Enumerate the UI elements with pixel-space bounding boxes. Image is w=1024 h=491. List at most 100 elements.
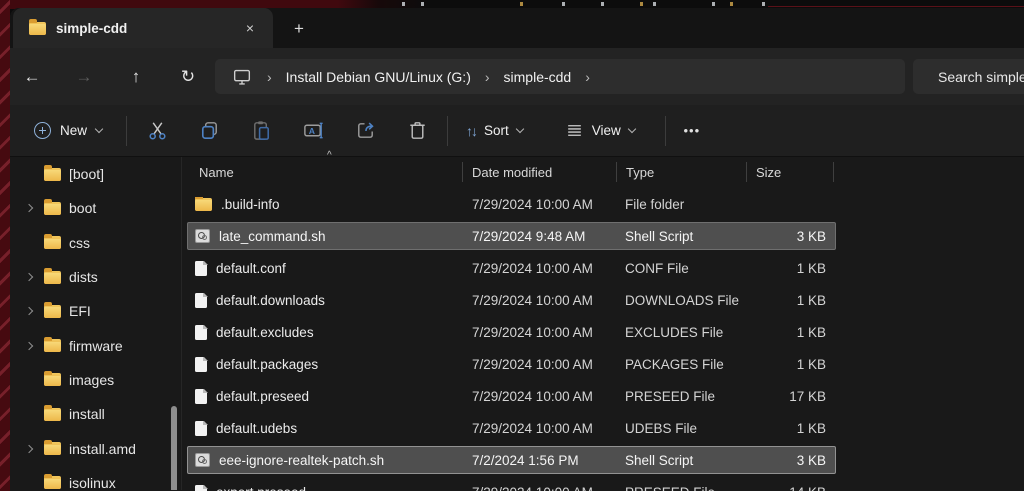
file-icon bbox=[195, 324, 208, 340]
navigation-pane: [boot] boot css dists EFI firmware image… bbox=[10, 157, 182, 490]
file-icon bbox=[195, 356, 208, 372]
expand-chevron-icon[interactable] bbox=[24, 341, 34, 350]
table-row[interactable]: default.conf 7/29/2024 10:00 AM CONF Fil… bbox=[187, 254, 836, 282]
table-row[interactable]: default.downloads 7/29/2024 10:00 AM DOW… bbox=[187, 286, 836, 314]
sidebar-scrollbar[interactable] bbox=[171, 406, 177, 490]
file-size: 3 KB bbox=[796, 452, 826, 468]
chevron-down-icon bbox=[515, 124, 525, 134]
column-header-size[interactable]: Size bbox=[746, 162, 834, 182]
table-row[interactable]: default.udebs 7/29/2024 10:00 AM UDEBS F… bbox=[187, 414, 836, 442]
file-type: EXCLUDES File bbox=[625, 324, 724, 340]
view-button[interactable]: View bbox=[555, 115, 645, 146]
file-name: expert.preseed bbox=[216, 485, 306, 491]
folder-icon bbox=[195, 196, 212, 211]
chevron-right-icon[interactable]: › bbox=[477, 69, 498, 85]
delete-button[interactable] bbox=[397, 112, 437, 150]
table-row[interactable]: default.excludes 7/29/2024 10:00 AM EXCL… bbox=[187, 318, 836, 346]
share-icon bbox=[357, 122, 374, 138]
tab-simple-cdd[interactable]: simple-cdd × bbox=[13, 8, 273, 48]
table-row[interactable]: expert.preseed 7/29/2024 10:00 AM PRESEE… bbox=[187, 478, 836, 491]
chevron-down-icon bbox=[94, 124, 104, 134]
sidebar-item-install[interactable]: install bbox=[10, 397, 181, 431]
column-header-type[interactable]: Type bbox=[616, 162, 746, 182]
expand-chevron-icon[interactable] bbox=[24, 307, 34, 316]
expand-chevron-icon[interactable] bbox=[24, 272, 34, 282]
sidebar-item-boot[interactable]: boot bbox=[10, 191, 181, 225]
tab-title: simple-cdd bbox=[56, 20, 128, 36]
sort-button-label: Sort bbox=[484, 123, 509, 138]
address-bar[interactable]: › Install Debian GNU/Linux (G:) › simple… bbox=[215, 59, 905, 94]
expand-chevron-icon[interactable] bbox=[24, 204, 34, 213]
search-input[interactable]: Search simple- bbox=[913, 59, 1024, 94]
copy-icon bbox=[201, 122, 217, 139]
breadcrumb-drive[interactable]: Install Debian GNU/Linux (G:) bbox=[286, 69, 471, 85]
trash-icon bbox=[409, 122, 425, 139]
sidebar-item-isolinux[interactable]: isolinux bbox=[10, 466, 181, 490]
sidebar-item-install-amd[interactable]: install.amd bbox=[10, 431, 181, 465]
file-name: default.packages bbox=[216, 356, 319, 372]
breadcrumb-folder[interactable]: simple-cdd bbox=[504, 69, 572, 85]
folder-icon bbox=[44, 473, 61, 490]
file-date-modified: 7/29/2024 10:00 AM bbox=[472, 260, 593, 276]
sidebar-item-css[interactable]: css bbox=[10, 226, 181, 260]
cut-button[interactable] bbox=[137, 112, 177, 150]
rename-button[interactable]: A bbox=[293, 112, 333, 150]
file-type: PRESEED File bbox=[625, 388, 716, 404]
new-button[interactable]: New bbox=[24, 116, 112, 145]
column-header-row: Name ^ Date modified Type Size bbox=[187, 150, 836, 187]
file-size: 14 KB bbox=[747, 485, 835, 491]
paste-button[interactable] bbox=[241, 112, 281, 150]
file-type: CONF File bbox=[625, 260, 689, 276]
file-size: 3 KB bbox=[796, 228, 826, 244]
back-button[interactable]: ← bbox=[15, 60, 49, 94]
command-toolbar: New A ↑↓ Sort View ••• bbox=[10, 105, 1024, 157]
sidebar-item-firmware[interactable]: firmware bbox=[10, 328, 181, 362]
forward-button[interactable]: → bbox=[67, 60, 101, 94]
sidebar-item--boot-[interactable]: [boot] bbox=[10, 157, 181, 191]
chevron-right-icon: › bbox=[267, 68, 272, 85]
table-row[interactable]: eee-ignore-realtek-patch.sh 7/2/2024 1:5… bbox=[187, 446, 836, 474]
toolbar-separator bbox=[664, 115, 666, 146]
copy-button[interactable] bbox=[189, 112, 229, 150]
navigation-bar: ← → ↑ ↻ › Install Debian GNU/Linux (G:) … bbox=[10, 48, 1024, 105]
folder-icon bbox=[29, 19, 46, 35]
file-explorer-window: simple-cdd × + ← → ↑ ↻ › Install Debian … bbox=[10, 8, 1024, 491]
column-header-name[interactable]: Name ^ bbox=[187, 150, 462, 182]
column-header-date-modified[interactable]: Date modified bbox=[462, 162, 616, 182]
sidebar-item-label: isolinux bbox=[69, 474, 116, 490]
sidebar-item-label: EFI bbox=[69, 303, 91, 320]
more-options-button[interactable]: ••• bbox=[672, 112, 712, 150]
table-row[interactable]: late_command.sh 7/29/2024 9:48 AM Shell … bbox=[187, 222, 836, 250]
expand-chevron-icon[interactable] bbox=[24, 444, 34, 453]
file-type: UDEBS File bbox=[625, 420, 698, 436]
file-icon bbox=[195, 484, 208, 491]
file-type: PACKAGES File bbox=[625, 356, 724, 372]
table-row[interactable]: default.packages 7/29/2024 10:00 AM PACK… bbox=[187, 350, 836, 378]
file-icon bbox=[195, 292, 208, 308]
up-button[interactable]: ↑ bbox=[119, 60, 153, 94]
file-date-modified: 7/29/2024 10:00 AM bbox=[472, 196, 593, 212]
sort-button[interactable]: ↑↓ Sort bbox=[456, 117, 533, 145]
file-name: eee-ignore-realtek-patch.sh bbox=[219, 452, 385, 468]
chevron-right-icon[interactable]: › bbox=[577, 69, 598, 85]
file-size: 1 KB bbox=[796, 260, 826, 276]
sidebar-item-label: boot bbox=[69, 200, 97, 217]
refresh-button[interactable]: ↻ bbox=[171, 60, 205, 94]
file-icon bbox=[195, 388, 208, 404]
share-button[interactable] bbox=[345, 112, 385, 150]
new-tab-button[interactable]: + bbox=[286, 16, 312, 42]
file-icon bbox=[195, 260, 208, 276]
table-row[interactable]: default.preseed 7/29/2024 10:00 AM PRESE… bbox=[187, 382, 836, 410]
sidebar-item-dists[interactable]: dists bbox=[10, 260, 181, 294]
folder-icon bbox=[44, 405, 61, 421]
folder-icon bbox=[44, 439, 61, 456]
view-button-label: View bbox=[591, 123, 621, 138]
file-date-modified: 7/29/2024 9:48 AM bbox=[472, 228, 586, 244]
file-date-modified: 7/29/2024 10:00 AM bbox=[472, 292, 593, 308]
file-name: default.udebs bbox=[216, 420, 298, 436]
table-row[interactable]: .build-info 7/29/2024 10:00 AM File fold… bbox=[187, 190, 836, 218]
sidebar-item-efi[interactable]: EFI bbox=[10, 294, 181, 328]
sidebar-item-images[interactable]: images bbox=[10, 363, 181, 397]
sort-ascending-icon: ^ bbox=[327, 150, 332, 161]
close-tab-icon[interactable]: × bbox=[239, 17, 261, 39]
